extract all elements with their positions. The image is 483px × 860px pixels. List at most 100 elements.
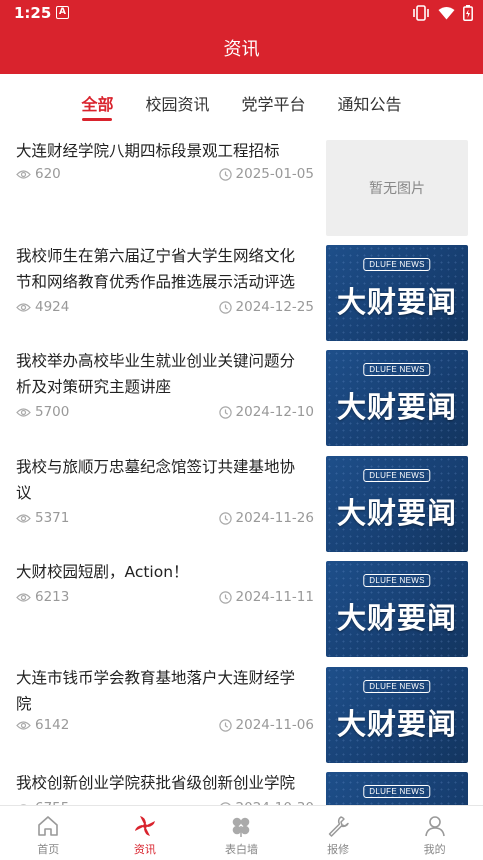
article-title: 大连市钱币学会教育基地落户大连财经学院 bbox=[16, 669, 296, 713]
article-title: 我校举办高校毕业生就业创业关键问题分析及对策研究主题讲座 bbox=[16, 352, 296, 396]
article-item[interactable]: 我校创新创业学院获批省级创新创业学院 6755 2024-10-30 DLUFE… bbox=[0, 768, 483, 805]
article-meta: 5371 2024-11-26 bbox=[16, 510, 314, 530]
notification-icon: A bbox=[56, 6, 69, 19]
news-headline-text: 大财要闻 bbox=[336, 285, 457, 319]
tab-notices[interactable]: 通知公告 bbox=[322, 85, 418, 125]
tab-campus-news[interactable]: 校园资讯 bbox=[129, 85, 225, 125]
eye-icon bbox=[16, 720, 31, 730]
date-text: 2024-11-11 bbox=[235, 589, 314, 605]
article-thumbnail: DLUFE NEWS 大财要闻 bbox=[326, 561, 468, 657]
nav-label: 表白墙 bbox=[224, 843, 258, 856]
clock-icon bbox=[218, 167, 232, 181]
date-text: 2024-11-26 bbox=[235, 510, 314, 526]
status-bar: 1:25 A bbox=[0, 0, 483, 26]
view-count: 4924 bbox=[35, 299, 70, 315]
article-thumbnail: DLUFE NEWS 大财要闻 bbox=[326, 245, 468, 341]
news-headline-text: 大财要闻 bbox=[336, 390, 457, 424]
wifi-icon bbox=[438, 7, 455, 20]
date-text: 2024-12-25 bbox=[235, 299, 314, 315]
date-text: 2024-12-10 bbox=[235, 404, 314, 420]
date-text: 2024-11-06 bbox=[235, 717, 314, 733]
nav-label: 资讯 bbox=[133, 843, 156, 856]
article-thumbnail: DLUFE NEWS 大财要闻 bbox=[326, 667, 468, 763]
article-date: 2024-12-10 bbox=[218, 404, 314, 420]
nav-repair[interactable]: 报修 bbox=[290, 806, 387, 860]
date-text: 2025-01-05 bbox=[235, 166, 314, 182]
article-date: 2024-11-26 bbox=[218, 510, 314, 526]
article-item[interactable]: 我校师生在第六届辽宁省大学生网络文化节和网络教育优秀作品推选展示活动评选 492… bbox=[0, 241, 483, 347]
news-badge: DLUFE NEWS bbox=[363, 363, 431, 376]
article-date: 2025-01-05 bbox=[218, 166, 314, 182]
clover-icon bbox=[233, 817, 250, 837]
nav-label: 首页 bbox=[37, 843, 60, 856]
article-item[interactable]: 我校举办高校毕业生就业创业关键问题分析及对策研究主题讲座 5700 2024-1… bbox=[0, 346, 483, 452]
view-count: 6213 bbox=[35, 589, 70, 605]
article-views: 5371 bbox=[16, 510, 69, 526]
article-meta: 6213 2024-11-11 bbox=[16, 589, 314, 609]
news-headline-text: 大财要闻 bbox=[336, 496, 457, 530]
eye-icon bbox=[16, 169, 31, 179]
article-date: 2024-12-25 bbox=[218, 299, 314, 315]
category-tabs: 全部 校园资讯 党学平台 通知公告 bbox=[0, 74, 483, 136]
article-meta: 620 2025-01-05 bbox=[16, 166, 314, 186]
news-pinwheel-icon bbox=[134, 816, 155, 836]
article-thumbnail: DLUFE NEWS 大财要闻 bbox=[326, 772, 468, 805]
eye-icon bbox=[16, 302, 31, 312]
news-badge: DLUFE NEWS bbox=[363, 469, 431, 482]
system-icons bbox=[412, 5, 473, 21]
article-thumbnail: 暂无图片 bbox=[326, 140, 468, 236]
home-icon bbox=[38, 816, 59, 836]
clock-icon bbox=[218, 511, 232, 525]
view-count: 6142 bbox=[35, 717, 70, 733]
news-badge: DLUFE NEWS bbox=[363, 785, 431, 798]
article-views: 4924 bbox=[16, 299, 69, 315]
article-item[interactable]: 大连市钱币学会教育基地落户大连财经学院 6142 2024-11-06 DLUF… bbox=[0, 663, 483, 769]
clock-icon bbox=[218, 300, 232, 314]
tab-party-platform[interactable]: 党学平台 bbox=[226, 85, 322, 125]
nav-confession-wall[interactable]: 表白墙 bbox=[193, 806, 290, 860]
article-views: 6213 bbox=[16, 589, 69, 605]
article-views: 6142 bbox=[16, 717, 69, 733]
tab-all[interactable]: 全部 bbox=[65, 85, 129, 125]
article-title: 大连财经学院八期四标段景观工程招标 bbox=[16, 142, 280, 160]
news-headline-text: 大财要闻 bbox=[336, 707, 457, 741]
article-date: 2024-11-11 bbox=[218, 589, 314, 605]
news-badge: DLUFE NEWS bbox=[363, 258, 431, 271]
eye-icon bbox=[16, 407, 31, 417]
clock-icon bbox=[218, 405, 232, 419]
article-title: 大财校园短剧，Action！ bbox=[16, 563, 189, 581]
article-item[interactable]: 大连财经学院八期四标段景观工程招标 620 2025-01-05 暂无图片 bbox=[0, 136, 483, 242]
article-meta: 5700 2024-12-10 bbox=[16, 404, 314, 424]
bottom-nav: 首页 资讯 表白墙 报修 我的 bbox=[0, 805, 483, 860]
clock-icon bbox=[218, 718, 232, 732]
article-date: 2024-11-06 bbox=[218, 717, 314, 733]
vibrate-icon bbox=[413, 5, 429, 21]
article-meta: 6142 2024-11-06 bbox=[16, 717, 314, 737]
status-time: 1:25 bbox=[14, 4, 52, 22]
wrench-icon bbox=[328, 816, 349, 837]
article-views: 5700 bbox=[16, 404, 69, 420]
view-count: 5371 bbox=[35, 510, 70, 526]
nav-news[interactable]: 资讯 bbox=[97, 806, 194, 860]
article-list[interactable]: 大连财经学院八期四标段景观工程招标 620 2025-01-05 暂无图片 我校… bbox=[0, 136, 483, 805]
nav-mine[interactable]: 我的 bbox=[386, 806, 483, 860]
eye-icon bbox=[16, 592, 31, 602]
eye-icon bbox=[16, 513, 31, 523]
article-thumbnail: DLUFE NEWS 大财要闻 bbox=[326, 456, 468, 552]
view-count: 620 bbox=[35, 166, 61, 182]
nav-label: 我的 bbox=[423, 843, 446, 856]
article-item[interactable]: 我校与旅顺万忠墓纪念馆签订共建基地协议 5371 2024-11-26 DLUF… bbox=[0, 452, 483, 558]
article-item[interactable]: 大财校园短剧，Action！ 6213 2024-11-11 DLUFE NEW… bbox=[0, 557, 483, 663]
page-title: 资讯 bbox=[223, 39, 260, 60]
article-thumbnail: DLUFE NEWS 大财要闻 bbox=[326, 350, 468, 446]
news-headline-text: 大财要闻 bbox=[336, 601, 457, 635]
nav-home[interactable]: 首页 bbox=[0, 806, 97, 860]
no-image-text: 暂无图片 bbox=[369, 181, 425, 197]
nav-label: 报修 bbox=[327, 843, 350, 856]
view-count: 5700 bbox=[35, 404, 70, 420]
person-icon bbox=[424, 816, 445, 837]
news-badge: DLUFE NEWS bbox=[363, 680, 431, 693]
article-title: 我校创新创业学院获批省级创新创业学院 bbox=[16, 774, 296, 792]
clock-icon bbox=[218, 590, 232, 604]
article-meta: 4924 2024-12-25 bbox=[16, 299, 314, 319]
